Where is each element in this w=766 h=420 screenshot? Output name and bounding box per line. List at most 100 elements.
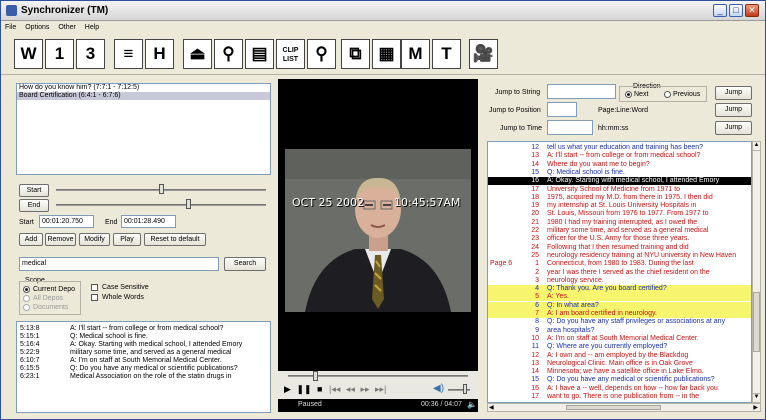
transcript-line[interactable]: 23 officer for the U.S. Army for those th… <box>488 235 751 243</box>
scope-documents-radio[interactable] <box>23 304 30 311</box>
transcript-line[interactable]: 15 Q: Do you have any medical or scientif… <box>488 376 751 384</box>
direction-previous-radio[interactable] <box>664 91 671 98</box>
rewind-start-icon[interactable]: |◂◂ <box>329 384 340 394</box>
volume-track[interactable] <box>448 389 470 391</box>
transcript-line[interactable]: 3 neurology service. <box>488 277 751 285</box>
tray-icon[interactable]: ⏏ <box>183 39 212 69</box>
t-button[interactable]: T <box>432 39 461 69</box>
transcript-vertical-scrollbar[interactable]: ▲ ▼ <box>752 141 761 403</box>
format-button[interactable]: ≡ <box>114 39 143 69</box>
close-button[interactable]: ✕ <box>745 4 759 17</box>
transcript-line[interactable]: 9 area hospitals? <box>488 327 751 335</box>
end-slider-track[interactable] <box>56 204 266 206</box>
remove-button[interactable]: Remove <box>45 233 76 246</box>
jump-time-input[interactable] <box>547 120 593 135</box>
h-button[interactable]: H <box>145 39 174 69</box>
transcript-line[interactable]: 14 Minnesota; we have a satellite office … <box>488 368 751 376</box>
transcript-line[interactable]: 10 A: I'm on staff at South Memorial Medi… <box>488 335 751 343</box>
speaker-icon[interactable]: 🔈 <box>467 400 477 409</box>
jump-string-button[interactable]: Jump <box>715 86 752 100</box>
menu-help[interactable]: Help <box>85 22 99 34</box>
one-button[interactable]: 1 <box>45 39 74 69</box>
whole-words-checkbox[interactable] <box>91 294 98 301</box>
play-icon[interactable]: ▶ <box>284 384 291 394</box>
transcript-line[interactable]: 20 St. Louis, Missouri from 1976 to 1977.… <box>488 210 751 218</box>
search-input[interactable]: medical <box>19 257 219 271</box>
scope-current-radio[interactable] <box>23 286 30 293</box>
result-text[interactable]: A: I'm on staff at South Memorial Medica… <box>70 357 222 365</box>
transcript-line[interactable]: 11 Q: Where are you currently employed? <box>488 343 751 351</box>
transcript-line[interactable]: 5 A: Yes. <box>488 293 751 302</box>
direction-next-radio[interactable] <box>625 91 632 98</box>
transcript-line[interactable]: 14 Where do you want me to begin? <box>488 161 751 169</box>
volume-thumb[interactable] <box>462 384 467 394</box>
scroll-thumb[interactable] <box>753 292 760 352</box>
result-text[interactable]: Q: Do you have any medical or scientific… <box>70 365 238 373</box>
menu-other[interactable]: Other <box>58 22 76 34</box>
result-text[interactable]: military some time, and served as a gene… <box>70 349 231 357</box>
case-sensitive-checkbox[interactable] <box>91 284 98 291</box>
transcript-line[interactable]: 18 1975, acquired my M.D. from there in 1… <box>488 194 751 202</box>
transcript-line[interactable]: 4 Q: Thank you. Are you board certified? <box>488 285 751 294</box>
pause-icon[interactable]: ❚❚ <box>296 384 311 394</box>
hscroll-thumb[interactable] <box>566 405 661 410</box>
result-text[interactable]: A: Okay. Starting with medical school, I… <box>70 341 242 349</box>
transcript-line[interactable]: 12 tell us what your education and traini… <box>488 144 751 152</box>
clip-list[interactable]: How do you know him? (7:7:1 - 7:12:5) Bo… <box>16 83 271 175</box>
result-text[interactable]: A: I'll start -- from college or from me… <box>70 325 223 333</box>
find-icon[interactable]: ⚲ <box>307 39 336 69</box>
transcript-line[interactable]: 25 neurology residency training at NYU un… <box>488 252 751 260</box>
transcript-line[interactable]: 17 want to go. There is one publication f… <box>488 393 751 401</box>
seek-thumb[interactable] <box>313 371 318 381</box>
play-button[interactable]: Play <box>113 233 141 246</box>
volume-icon[interactable]: ◀) <box>433 383 444 394</box>
forward-icon[interactable]: ▸▸ <box>360 384 369 394</box>
video-player[interactable]: OCT 25 2002 10:45:57AM <box>278 79 478 412</box>
scroll-left-icon[interactable]: ◀ <box>489 404 494 411</box>
transcript-line[interactable]: 16 A: I have a -- well, depends on how --… <box>488 385 751 393</box>
document-icon[interactable]: ▤ <box>245 39 274 69</box>
copy-icon[interactable]: ⧉ <box>341 39 370 69</box>
search-button[interactable]: Search <box>224 257 266 271</box>
w-button[interactable]: W <box>14 39 43 69</box>
transcript-line[interactable]: 16 A: Okay. Starting with medical school,… <box>488 177 751 186</box>
transcript-line[interactable]: Page 6 1 Connecticut, from 1980 to 1983. D… <box>488 260 751 268</box>
transcript-line[interactable]: 19 my internship at St. Louis University … <box>488 202 751 210</box>
forward-end-icon[interactable]: ▸▸| <box>375 384 386 394</box>
end-button[interactable]: End <box>19 199 49 212</box>
result-text[interactable]: Medical Association on the role of the s… <box>70 373 231 381</box>
scope-all-radio[interactable] <box>23 295 30 302</box>
maximize-button[interactable]: □ <box>729 4 743 17</box>
start-button[interactable]: Start <box>19 184 49 197</box>
transcript-line[interactable]: 15 Q: Medical school is fine. <box>488 169 751 177</box>
search-results[interactable]: 5:13:8 A: I'll start -- from college or … <box>16 321 271 413</box>
layout-icon[interactable]: ▦ <box>372 39 401 69</box>
title-bar[interactable]: Synchronizer (TM) _ □ ✕ <box>1 1 765 21</box>
m-button[interactable]: M <box>401 39 430 69</box>
transcript-line[interactable]: 2 year I was there I served as the chief … <box>488 269 751 277</box>
start-slider-thumb[interactable] <box>159 184 164 194</box>
end-slider-thumb[interactable] <box>186 199 192 209</box>
minimize-button[interactable]: _ <box>713 4 727 17</box>
start-time-field[interactable]: 00:01:20.750 <box>39 215 94 228</box>
transcript-line[interactable]: 24 Following that I then resumed training… <box>488 244 751 252</box>
stop-icon[interactable]: ■ <box>317 384 322 394</box>
reset-button[interactable]: Reset to default <box>144 233 206 246</box>
transcript-line[interactable]: 6 Q: In what area? <box>488 301 751 310</box>
jump-time-button[interactable]: Jump <box>715 121 752 135</box>
transcript-line[interactable]: 22 military some time, and served as a ge… <box>488 227 751 235</box>
transcript-line[interactable]: 12 A: I own and -- am employed by the Bla… <box>488 352 751 360</box>
clip-item[interactable]: How do you know him? (7:7:1 - 7:12:5) <box>17 84 270 92</box>
menu-file[interactable]: File <box>5 22 16 34</box>
transcript-line[interactable]: 13 A: I'll start -- from college or from … <box>488 152 751 160</box>
jump-position-button[interactable]: Jump <box>715 103 752 117</box>
camera-icon[interactable]: 🎥 <box>469 39 498 69</box>
clip-item-selected[interactable]: Board Certification (6:4:1 - 6:7:6) <box>17 92 270 100</box>
clip-list-button[interactable]: CLIP LIST <box>276 39 305 69</box>
modify-button[interactable]: Modify <box>79 233 110 246</box>
transcript-line[interactable]: 7 A: I am board certified in neurology. <box>488 310 751 318</box>
transcript-view[interactable]: 12 tell us what your education and traini… <box>487 141 752 403</box>
search-icon[interactable]: ⚲ <box>214 39 243 69</box>
transcript-horizontal-scrollbar[interactable]: ◀ ▶ <box>487 403 761 412</box>
three-button[interactable]: 3 <box>76 39 105 69</box>
